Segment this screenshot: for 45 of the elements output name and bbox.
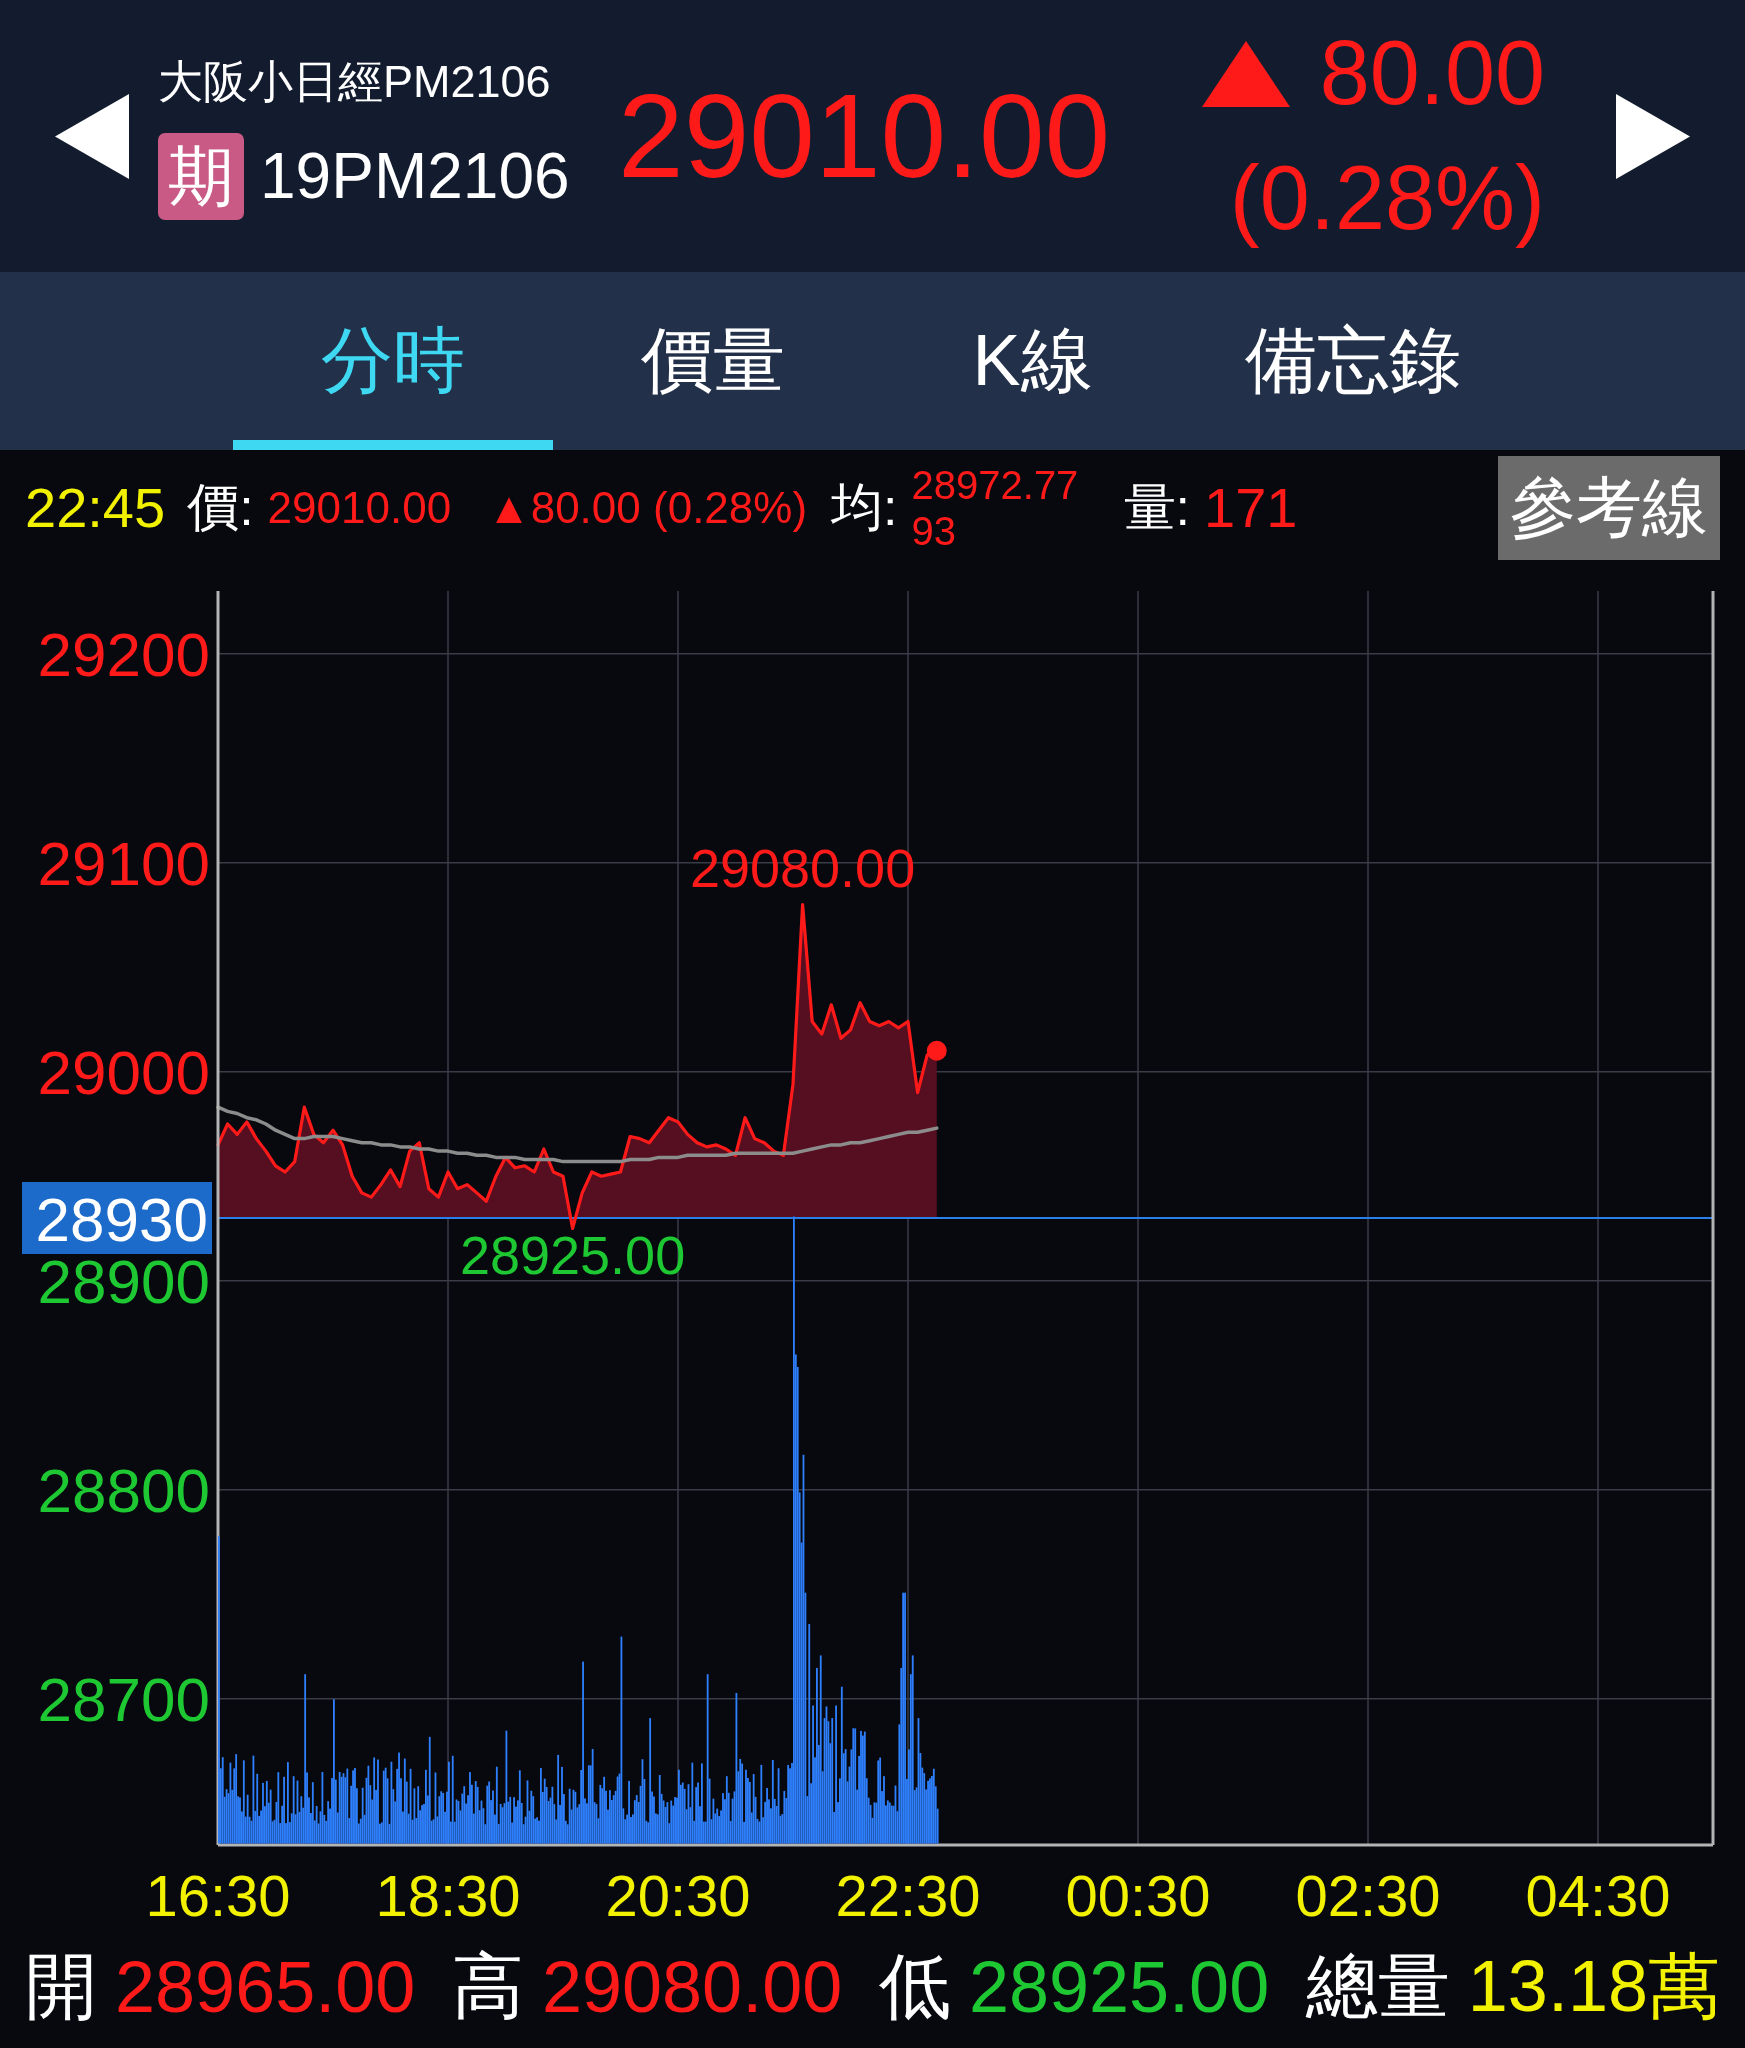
stat-value: 28965.00 bbox=[115, 1945, 416, 2028]
stat-value: 29080.00 bbox=[541, 1945, 843, 2028]
contract-code: 19PM2106 bbox=[260, 139, 570, 213]
x-tick-label: 00:30 bbox=[1065, 1863, 1211, 1925]
y-tick-label: 29100 bbox=[37, 828, 210, 898]
x-tick-label: 22:30 bbox=[835, 1863, 981, 1925]
last-price: 29010.00 bbox=[618, 69, 1111, 204]
price-label: 價: bbox=[187, 476, 254, 538]
x-tick-label: 02:30 bbox=[1295, 1863, 1441, 1925]
stat-label: 低 bbox=[878, 1944, 951, 2028]
last-point-marker bbox=[926, 1040, 947, 1061]
tab[interactable]: 備忘錄 bbox=[1192, 272, 1513, 450]
high-price-label: 29080.00 bbox=[689, 837, 916, 898]
tab[interactable]: K線 bbox=[872, 272, 1193, 450]
change-value: ▲80.00 (0.28%) bbox=[487, 482, 808, 533]
y-tick-label: 29200 bbox=[37, 619, 210, 689]
low-price-label: 28925.00 bbox=[459, 1225, 686, 1286]
quote-time: 22:45 bbox=[25, 475, 166, 540]
x-tick-label: 04:30 bbox=[1525, 1863, 1671, 1925]
volume-value: 171 bbox=[1204, 475, 1298, 540]
x-tick-label: 18:30 bbox=[375, 1863, 521, 1925]
tab[interactable]: 分時 bbox=[232, 272, 553, 450]
stat-value: 28925.00 bbox=[968, 1945, 1270, 2028]
price-change: 80.00 bbox=[1319, 22, 1545, 125]
instrument-name: 大阪小日經PM2106 bbox=[158, 54, 552, 109]
tab[interactable]: 價量 bbox=[552, 272, 873, 450]
reference-price-label: 28930 bbox=[22, 1182, 212, 1254]
y-tick-label: 28800 bbox=[37, 1455, 210, 1525]
stat-value: 13.18萬 bbox=[1467, 1944, 1720, 2028]
x-tick-label: 16:30 bbox=[145, 1863, 291, 1925]
volume-label: 量: bbox=[1123, 476, 1190, 538]
stat-label: 高 bbox=[451, 1944, 524, 2028]
futures-badge: 期 bbox=[158, 132, 244, 220]
y-tick-label: 29000 bbox=[37, 1037, 210, 1107]
average-value: 28972.7793 bbox=[911, 461, 1080, 554]
average-label: 均: bbox=[831, 476, 898, 538]
change-percent: (0.28%) bbox=[1229, 147, 1545, 250]
x-tick-label: 20:30 bbox=[605, 1863, 751, 1925]
left-triangle-icon bbox=[55, 93, 129, 179]
stat-label: 總量 bbox=[1305, 1944, 1450, 2028]
reference-line-button[interactable]: 參考線 bbox=[1498, 455, 1720, 560]
stat-label: 開 bbox=[25, 1944, 97, 2028]
y-tick-label: 28700 bbox=[37, 1664, 210, 1734]
right-triangle-icon bbox=[1616, 93, 1690, 179]
price-value: 29010.00 bbox=[267, 482, 452, 533]
